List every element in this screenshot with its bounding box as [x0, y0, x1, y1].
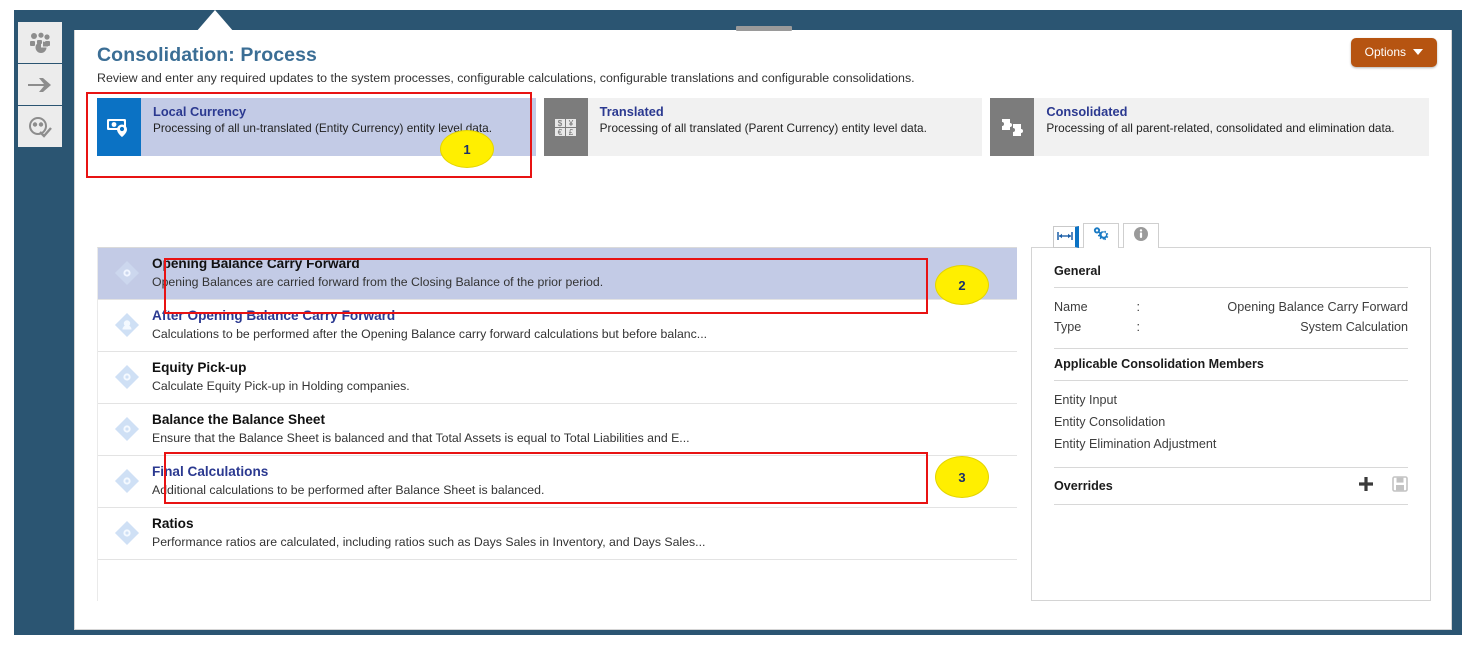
tile-title: Translated — [599, 104, 664, 119]
list-item[interactable]: Balance the Balance Sheet Ensure that th… — [98, 404, 1017, 456]
main-panel: Consolidation: Process Review and enter … — [74, 26, 1452, 630]
rail-item-approvals[interactable] — [18, 106, 62, 148]
process-list: Opening Balance Carry Forward Opening Ba… — [97, 247, 1017, 601]
options-button-label: Options — [1364, 45, 1406, 59]
name-value: Opening Balance Carry Forward — [1227, 300, 1408, 314]
tile-title: Local Currency — [153, 104, 247, 119]
list-item-title: Equity Pick-up — [152, 359, 247, 375]
currency-grid-icon: $ ¥ € £ — [543, 98, 588, 156]
list-item-title[interactable]: After Opening Balance Carry Forward — [152, 308, 1009, 325]
process-diamond-icon — [104, 256, 150, 286]
member-item: Entity Consolidation — [1054, 415, 1166, 429]
options-button[interactable]: Options — [1350, 38, 1437, 67]
info-icon — [1133, 226, 1149, 247]
tile-title: Consolidated — [1046, 104, 1128, 119]
drag-handle[interactable] — [736, 26, 792, 31]
label-colon: : — [1136, 320, 1141, 334]
type-label: Type — [1054, 320, 1082, 334]
tab-info[interactable] — [1123, 223, 1159, 248]
detail-row-type: Type : System Calculation — [1054, 316, 1408, 336]
tile-translated[interactable]: $ ¥ € £ Translated Processing of all tra… — [543, 98, 983, 156]
svg-text:$: $ — [557, 119, 562, 128]
annotation-badge-1: 1 — [440, 130, 494, 168]
svg-text:¥: ¥ — [567, 119, 573, 128]
svg-text:£: £ — [568, 128, 573, 137]
list-item-description: Performance ratios are calculated, inclu… — [152, 534, 706, 549]
screenshot-root: Consolidation: Process Review and enter … — [0, 0, 1476, 650]
panel-pointer — [196, 10, 234, 32]
rail-item-navigate[interactable] — [18, 64, 62, 106]
chevron-down-icon — [1413, 49, 1423, 55]
label-colon: : — [1136, 300, 1141, 314]
save-disk-icon[interactable] — [1392, 476, 1408, 495]
member-item: Entity Elimination Adjustment — [1054, 437, 1217, 451]
add-plus-icon[interactable] — [1358, 476, 1374, 495]
divider — [1054, 504, 1408, 505]
users-chart-icon — [28, 32, 52, 54]
list-item[interactable]: After Opening Balance Carry Forward Calc… — [98, 300, 1017, 352]
overrides-heading-label: Overrides — [1054, 478, 1113, 493]
annotation-badge-2: 2 — [935, 265, 989, 305]
annotation-badge-3: 3 — [935, 456, 989, 498]
members-heading-label: Applicable Consolidation Members — [1054, 357, 1264, 371]
list-item-title: Ratios — [152, 515, 194, 531]
left-icon-rail — [18, 22, 62, 148]
overrides-section-heading: Overrides — [1054, 476, 1408, 504]
list-item-title: Opening Balance Carry Forward — [152, 256, 360, 271]
list-item-description: Opening Balances are carried forward fro… — [152, 274, 604, 289]
list-item[interactable]: Ratios Performance ratios are calculated… — [98, 508, 1017, 560]
members-section-heading: Applicable Consolidation Members — [1054, 357, 1408, 380]
process-diamond-icon — [104, 464, 150, 494]
list-item-description: Additional calculations to be performed … — [152, 482, 545, 497]
type-value: System Calculation — [1300, 320, 1408, 334]
approvals-check-icon — [28, 116, 52, 138]
list-item[interactable]: Opening Balance Carry Forward Opening Ba… — [98, 248, 1017, 300]
list-item[interactable]: Final Calculations Additional calculatio… — [98, 456, 1017, 508]
page-subtitle: Review and enter any required updates to… — [97, 71, 915, 85]
process-diamond-icon — [104, 308, 150, 338]
list-item-description: Calculate Equity Pick-up in Holding comp… — [152, 378, 410, 393]
arrow-right-icon — [27, 76, 53, 94]
rail-item-users-chart[interactable] — [18, 22, 62, 64]
general-heading-label: General — [1054, 264, 1101, 278]
list-item[interactable]: Equity Pick-up Calculate Equity Pick-up … — [98, 352, 1017, 404]
local-currency-icon — [97, 98, 141, 156]
tile-description: Processing of all parent-related, consol… — [1046, 120, 1395, 135]
panel-header: Consolidation: Process Review and enter … — [75, 26, 1451, 89]
list-item-description: Ensure that the Balance Sheet is balance… — [152, 430, 690, 445]
tile-consolidated[interactable]: Consolidated Processing of all parent-re… — [990, 98, 1430, 156]
tile-description: Processing of all translated (Parent Cur… — [599, 120, 927, 135]
page-title: Consolidation: Process — [97, 44, 317, 66]
process-diamond-icon — [104, 412, 150, 442]
list-item-description: Calculations to be performed after the O… — [152, 326, 708, 341]
process-tiles: Local Currency Processing of all un-tran… — [97, 98, 1430, 156]
settings-gear-icon — [1092, 226, 1110, 247]
details-panel: General Name : Opening Balance Carry For… — [1031, 247, 1431, 601]
collapse-panel-button[interactable] — [1053, 226, 1079, 248]
process-diamond-icon — [104, 516, 150, 546]
tab-properties[interactable] — [1083, 223, 1119, 248]
content-area: Opening Balance Carry Forward Opening Ba… — [97, 247, 1431, 601]
list-item-title[interactable]: Final Calculations — [152, 464, 1009, 481]
detail-row-name: Name : Opening Balance Carry Forward — [1054, 296, 1408, 316]
puzzle-icon — [990, 98, 1035, 156]
collapse-panel-icon — [1056, 228, 1073, 246]
list-item-title: Balance the Balance Sheet — [152, 411, 326, 427]
general-section-heading: General — [1054, 264, 1408, 287]
svg-text:€: € — [557, 128, 562, 137]
detail-tabstrip — [1053, 222, 1159, 248]
process-diamond-icon — [104, 360, 150, 390]
member-item: Entity Input — [1054, 393, 1118, 407]
name-label: Name — [1054, 300, 1088, 314]
